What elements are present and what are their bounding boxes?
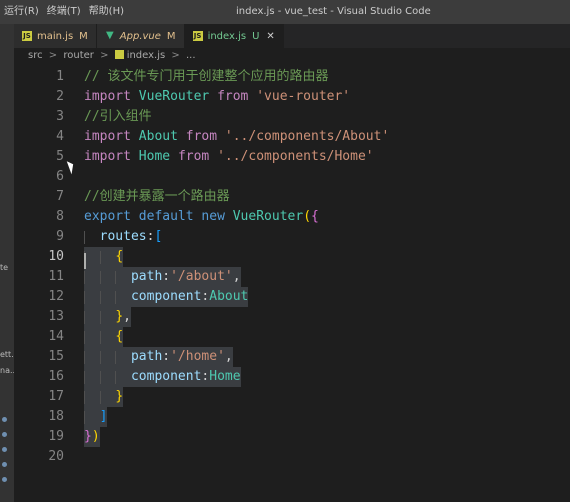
tab-status: U xyxy=(252,30,260,42)
code-text: path:'/home', xyxy=(130,349,233,364)
code-line[interactable]: 17 } xyxy=(28,387,570,407)
chevron-right-icon: > xyxy=(48,50,58,61)
status-dot-icon xyxy=(2,477,7,482)
status-dot-icon xyxy=(2,462,7,467)
code-line[interactable]: 7 //创建并暴露一个路由器 xyxy=(28,187,570,207)
code-text: }) xyxy=(84,429,100,444)
breadcrumb: src > router > index.js > ... xyxy=(28,50,196,61)
tab-label: App.vue xyxy=(119,30,161,42)
tab-status: M xyxy=(166,30,176,42)
line-number: 2 xyxy=(56,89,64,104)
code-line[interactable]: 9 routes:[ xyxy=(28,227,570,247)
code-text: } xyxy=(115,389,124,404)
menu-run[interactable]: 运行(R) xyxy=(4,0,43,24)
code-text: { xyxy=(115,329,124,344)
code-line[interactable]: 4 import About from '../components/About' xyxy=(28,127,570,147)
code-line[interactable]: 3 //引入组件 xyxy=(28,107,570,127)
line-number: 18 xyxy=(48,409,64,424)
code-line[interactable]: 12 component:About xyxy=(28,287,570,307)
line-number: 20 xyxy=(48,449,64,464)
window-title: index.js - vue_test - Visual Studio Code xyxy=(236,6,431,17)
code-line[interactable]: 13 }, xyxy=(28,307,570,327)
line-number: 7 xyxy=(56,189,64,204)
code-text: export default new VueRouter({ xyxy=(84,209,319,224)
line-number: 15 xyxy=(48,349,64,364)
line-number: 4 xyxy=(56,129,64,144)
code-text: import VueRouter from 'vue-router' xyxy=(84,89,351,104)
line-number: 5 xyxy=(56,149,64,164)
code-text: ] xyxy=(99,409,108,424)
line-number: 13 xyxy=(48,309,64,324)
close-icon[interactable]: ✕ xyxy=(266,31,274,42)
line-number: 12 xyxy=(48,289,64,304)
code-line[interactable]: 8 export default new VueRouter({ xyxy=(28,207,570,227)
code-text: path:'/about', xyxy=(130,269,241,284)
code-text: routes:[ xyxy=(99,229,163,244)
js-icon xyxy=(114,50,124,59)
code-text: }, xyxy=(115,309,131,324)
code-text: import Home from '../components/Home' xyxy=(84,149,374,164)
breadcrumb-item[interactable]: router xyxy=(63,50,94,61)
code-text: { xyxy=(115,249,124,264)
js-icon: JS xyxy=(22,31,32,41)
text-caret xyxy=(84,253,86,269)
line-number: 16 xyxy=(48,369,64,384)
line-number: 11 xyxy=(48,269,64,284)
code-text: component:About xyxy=(130,289,249,304)
tab-label: index.js xyxy=(207,30,247,42)
code-line[interactable]: 20 xyxy=(28,447,570,467)
line-number: 8 xyxy=(56,209,64,224)
tab-main-js[interactable]: JS main.js M xyxy=(14,24,97,48)
tab-label: main.js xyxy=(37,30,74,42)
tab-status: M xyxy=(79,30,88,42)
line-number: 1 xyxy=(56,69,64,84)
menu-help[interactable]: 帮助(H) xyxy=(85,0,128,24)
breadcrumb-item[interactable]: index.js xyxy=(127,50,166,61)
code-line[interactable]: 5 import Home from '../components/Home' xyxy=(28,147,570,167)
code-line[interactable]: 1 // 该文件专门用于创建整个应用的路由器 xyxy=(28,67,570,87)
line-number: 6 xyxy=(56,169,64,184)
line-number: 14 xyxy=(48,329,64,344)
editor-tabs: JS main.js M ▼ App.vue M JS index.js U ✕ xyxy=(14,24,570,48)
breadcrumb-item[interactable]: src xyxy=(28,50,43,61)
code-text: //创建并暴露一个路由器 xyxy=(84,189,230,204)
js-icon: JS xyxy=(192,31,203,41)
line-number: 17 xyxy=(48,389,64,404)
vue-icon: ▼ xyxy=(105,30,114,41)
code-line[interactable]: 2 import VueRouter from 'vue-router' xyxy=(28,87,570,107)
line-number: 9 xyxy=(56,229,64,244)
code-line[interactable]: 18 ] xyxy=(28,407,570,427)
title-bar: 运行(R) 终端(T) 帮助(H) index.js - vue_test - … xyxy=(0,0,570,24)
code-line[interactable]: 11 path:'/about', xyxy=(28,267,570,287)
explorer-fragment[interactable]: te xyxy=(0,263,14,273)
status-dot-icon xyxy=(2,432,7,437)
code-line[interactable]: 10 { xyxy=(28,247,570,267)
chevron-right-icon: > xyxy=(171,50,180,61)
chevron-right-icon: > xyxy=(100,50,109,61)
menu-bar: 运行(R) 终端(T) 帮助(H) xyxy=(0,0,128,24)
status-dot-icon xyxy=(2,447,7,452)
explorer-fragment[interactable]: na... xyxy=(0,366,14,376)
menu-terminal[interactable]: 终端(T) xyxy=(43,0,85,24)
code-editor[interactable]: 1 // 该文件专门用于创建整个应用的路由器 2 import VueRouter f… xyxy=(28,63,570,502)
breadcrumb-item[interactable]: ... xyxy=(186,50,196,61)
tab-app-vue[interactable]: ▼ App.vue M xyxy=(96,24,185,48)
code-line[interactable]: 6 xyxy=(28,167,570,187)
line-number: 10 xyxy=(48,249,64,264)
status-dot-icon xyxy=(2,417,7,422)
code-line[interactable]: 14 { xyxy=(28,327,570,347)
code-text: // 该文件专门用于创建整个应用的路由器 xyxy=(84,69,329,84)
explorer-fragment[interactable]: ett... xyxy=(0,350,14,360)
code-text: component:Home xyxy=(130,369,241,384)
tab-index-js[interactable]: JS index.js U ✕ xyxy=(184,24,284,48)
code-line[interactable]: 15 path:'/home', xyxy=(28,347,570,367)
code-line[interactable]: 19}) xyxy=(28,427,570,447)
code-text: //引入组件 xyxy=(84,109,152,124)
code-text: import About from '../components/About' xyxy=(84,129,390,144)
line-number: 3 xyxy=(56,109,64,124)
line-number: 19 xyxy=(48,429,64,444)
code-line[interactable]: 16 component:Home xyxy=(28,367,570,387)
